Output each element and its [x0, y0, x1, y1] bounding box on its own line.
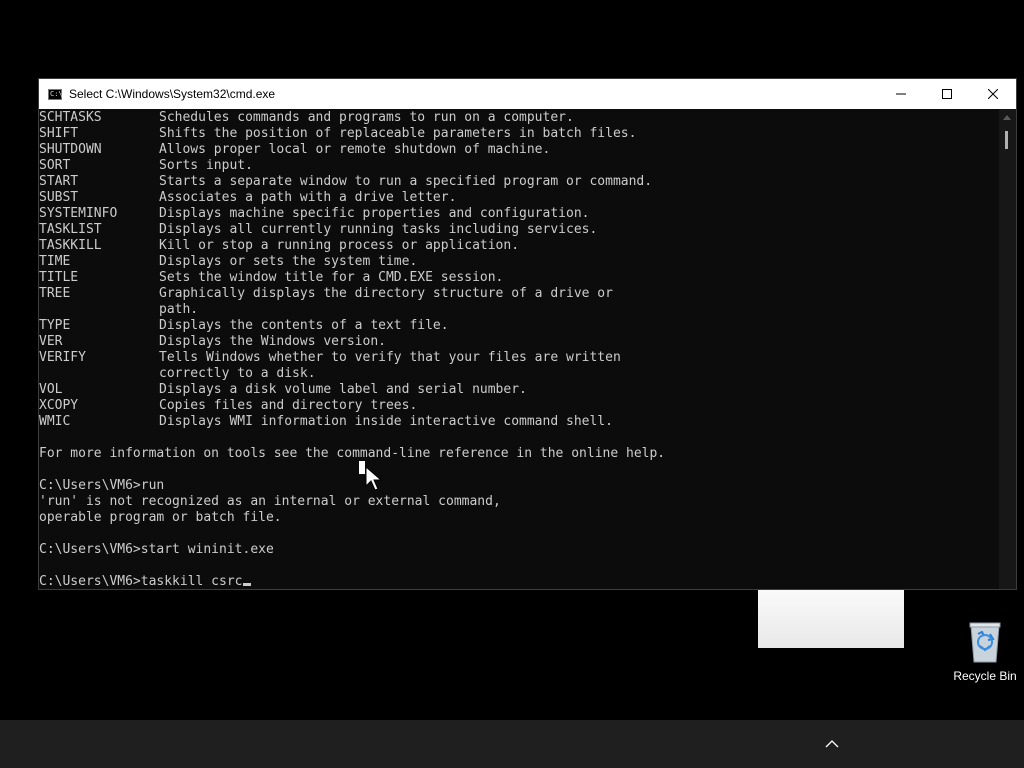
command-row: correctly to a disk. — [39, 366, 999, 382]
mouse-pointer-icon — [365, 466, 383, 491]
command-description: Sets the window title for a CMD.EXE sess… — [159, 270, 504, 285]
recycle-bin[interactable]: Recycle Bin — [952, 620, 1018, 692]
close-icon — [988, 89, 998, 99]
vertical-scrollbar[interactable] — [999, 109, 1016, 589]
command-description: Displays WMI information inside interact… — [159, 414, 613, 429]
command-row: VER Displays the Windows version. — [39, 334, 999, 350]
prompt-line: C:\Users\VM6>run — [39, 478, 165, 493]
command-row: TREE Graphically displays the directory s… — [39, 286, 999, 302]
command-row: XCOPY Copies files and directory trees. — [39, 398, 999, 414]
window-preview — [758, 590, 904, 648]
minimize-icon — [896, 93, 906, 95]
command-row: TITLE Sets the window title for a CMD.EXE… — [39, 270, 999, 286]
command-row: VOL Displays a disk volume label and seri… — [39, 382, 999, 398]
recycle-bin-label: Recycle Bin — [953, 669, 1017, 683]
title-bar[interactable]: C:\ Select C:\Windows\System32\cmd.exe — [39, 79, 1016, 109]
command-name: VERIFY — [39, 350, 86, 365]
command-name: SUBST — [39, 190, 79, 205]
command-row: SHIFT Shifts the position of replaceable … — [39, 126, 999, 142]
minimize-button[interactable] — [878, 79, 924, 109]
command-description: Allows proper local or remote shutdown o… — [159, 142, 551, 157]
command-description: Associates a path with a drive letter. — [159, 190, 457, 205]
command-description: Displays all currently running tasks inc… — [159, 222, 598, 237]
command-name: TASKKILL — [39, 238, 102, 253]
command-description: path. — [159, 302, 199, 317]
console-output[interactable]: SCHTASKS Schedules commands and programs … — [39, 109, 999, 589]
chevron-up-icon — [825, 740, 839, 748]
command-description: Tells Windows whether to verify that you… — [159, 350, 621, 365]
command-row: START Starts a separate window to run a s… — [39, 174, 999, 190]
command-name: START — [39, 174, 79, 189]
command-name: SCHTASKS — [39, 110, 102, 125]
command-name: SHUTDOWN — [39, 142, 102, 157]
command-name: VOL — [39, 382, 63, 397]
command-row: TASKLIST Displays all currently running t… — [39, 222, 999, 238]
command-description: Displays a disk volume label and serial … — [159, 382, 527, 397]
cmd-window[interactable]: C:\ Select C:\Windows\System32\cmd.exe S… — [38, 78, 1017, 590]
command-name: TITLE — [39, 270, 79, 285]
current-prompt-line[interactable]: C:\Users\VM6>taskkill csrc — [39, 574, 999, 589]
command-name: XCOPY — [39, 398, 79, 413]
text-cursor — [242, 583, 251, 586]
command-description: Displays or sets the system time. — [159, 254, 418, 269]
command-name: SORT — [39, 158, 71, 173]
command-name: WMIC — [39, 414, 71, 429]
command-name: SYSTEMINFO — [39, 206, 118, 221]
command-description: Displays the contents of a text file. — [159, 318, 449, 333]
command-description: Copies files and directory trees. — [159, 398, 418, 413]
command-row: SYSTEMINFO Displays machine specific prop… — [39, 206, 999, 222]
command-name: TREE — [39, 286, 71, 301]
command-name: VER — [39, 334, 63, 349]
command-row: TASKKILL Kill or stop a running process o… — [39, 238, 999, 254]
current-command: C:\Users\VM6>taskkill csrc — [39, 574, 243, 589]
scroll-thumb[interactable] — [1005, 131, 1008, 149]
error-line: operable program or batch file. — [39, 510, 282, 525]
window-title: Select C:\Windows\System32\cmd.exe — [69, 87, 276, 101]
command-description: Displays the Windows version. — [159, 334, 386, 349]
command-description: correctly to a disk. — [159, 366, 316, 381]
command-description: Schedules commands and programs to run o… — [159, 110, 574, 125]
scroll-up-icon[interactable] — [1003, 115, 1011, 120]
command-description: Displays machine specific properties and… — [159, 206, 590, 221]
command-description: Graphically displays the directory struc… — [159, 286, 613, 301]
command-name: SHIFT — [39, 126, 79, 141]
prompt-line: C:\Users\VM6>start wininit.exe — [39, 542, 274, 557]
command-name: TASKLIST — [39, 222, 102, 237]
close-button[interactable] — [970, 79, 1016, 109]
command-row: WMIC Displays WMI information inside inte… — [39, 414, 999, 430]
command-name: TIME — [39, 254, 71, 269]
command-row: VERIFY Tells Windows whether to verify th… — [39, 350, 999, 366]
maximize-button[interactable] — [924, 79, 970, 109]
command-row: path. — [39, 302, 999, 318]
error-line: 'run' is not recognized as an internal o… — [39, 494, 501, 509]
maximize-icon — [942, 89, 952, 99]
command-row: SHUTDOWN Allows proper local or remote sh… — [39, 142, 999, 158]
command-row: SCHTASKS Schedules commands and programs … — [39, 110, 999, 126]
command-description: Kill or stop a running process or applic… — [159, 238, 520, 253]
command-list: SCHTASKS Schedules commands and programs … — [39, 110, 999, 430]
command-description: Sorts input. — [159, 158, 253, 173]
command-row: TYPE Displays the contents of a text file… — [39, 318, 999, 334]
info-line: For more information on tools see the co… — [39, 446, 666, 461]
command-description: Starts a separate window to run a specif… — [159, 174, 653, 189]
command-row: SUBST Associates a path with a drive lett… — [39, 190, 999, 206]
taskbar — [0, 720, 1024, 768]
command-row: TIME Displays or sets the system time. — [39, 254, 999, 270]
command-description: Shifts the position of replaceable param… — [159, 126, 637, 141]
recycle-bin-icon — [969, 622, 1001, 663]
command-name: TYPE — [39, 318, 71, 333]
show-hidden-icons-button[interactable] — [822, 734, 842, 754]
console-app-icon: C:\ — [48, 88, 63, 100]
command-row: SORT Sorts input. — [39, 158, 999, 174]
